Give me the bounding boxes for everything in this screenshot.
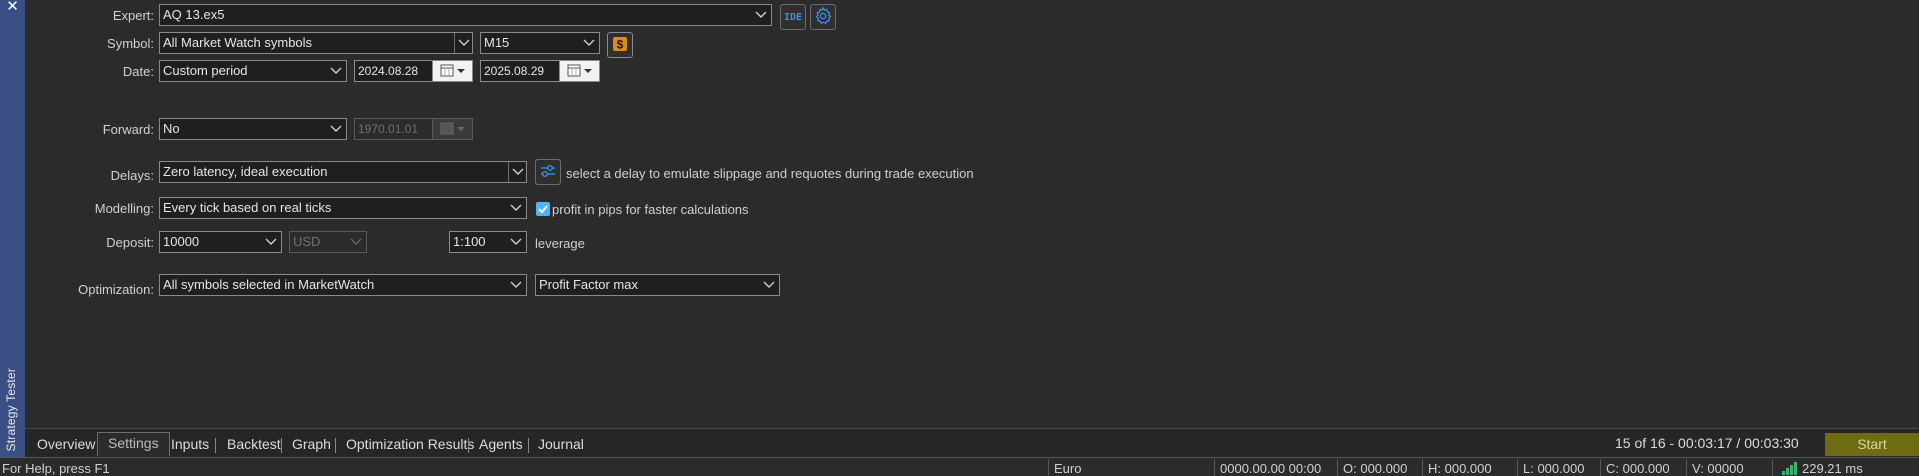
date-from-field[interactable]: 2024.08.28 [354, 60, 473, 82]
chevron-down-icon [510, 198, 522, 218]
status-ping: 229.21 ms [1802, 461, 1863, 476]
status-divider [1214, 459, 1215, 476]
status-open: O: 000.000 [1343, 461, 1408, 476]
tab-journal[interactable]: Journal [528, 434, 594, 456]
leverage-select[interactable]: 1:100 [449, 231, 527, 253]
expert-value: AQ 13.ex5 [163, 7, 225, 22]
date-range-select[interactable]: Custom period [159, 60, 347, 82]
chevron-down-icon [763, 275, 775, 295]
expert-properties-button[interactable] [810, 4, 836, 30]
currency-value: USD [293, 234, 321, 249]
tab-agents[interactable]: Agents [469, 434, 533, 456]
signal-strength-icon [1782, 462, 1798, 476]
chevron-down-icon [350, 232, 362, 252]
timeframe-select[interactable]: M15 [480, 32, 600, 54]
forward-select[interactable]: No [159, 118, 347, 140]
tab-divider [215, 438, 216, 453]
symbol-label: Symbol: [107, 36, 154, 51]
status-close: C: 000.000 [1606, 461, 1670, 476]
tab-overview[interactable]: Overview [27, 434, 105, 456]
modelling-label: Modelling: [94, 201, 154, 216]
help-hint: For Help, press F1 [2, 461, 110, 476]
chevron-down-icon [508, 162, 526, 182]
deposit-select[interactable]: 10000 [159, 231, 282, 253]
optimization-select[interactable]: All symbols selected in MarketWatch [159, 274, 527, 296]
status-divider [1517, 459, 1518, 476]
deposit-value: 10000 [163, 234, 200, 249]
status-bar: For Help, press F1 Euro 0000.00.00 00:00… [0, 457, 1919, 476]
open-ide-button[interactable]: IDE [780, 4, 806, 30]
tab-optimization-results[interactable]: Optimization Results [336, 434, 484, 456]
tab-backtest[interactable]: Backtest [217, 434, 291, 456]
symbol-select[interactable]: All Market Watch symbols [159, 32, 473, 54]
forward-date-field: 1970.01.01 [354, 118, 473, 140]
chevron-down-icon [265, 232, 277, 252]
modelling-value: Every tick based on real ticks [163, 200, 332, 215]
date-label: Date: [122, 64, 154, 79]
symbol-value: All Market Watch symbols [163, 35, 313, 50]
calendar-icon[interactable] [559, 61, 599, 81]
delays-note: select a delay to emulate slippage and r… [566, 166, 974, 181]
delays-label: Delays: [110, 168, 154, 183]
date-to-field[interactable]: 2025.08.29 [480, 60, 600, 82]
tab-graph[interactable]: Graph [282, 434, 341, 456]
strategy-tester-title: Strategy Tester [4, 367, 18, 451]
deposit-label: Deposit: [106, 235, 154, 250]
chevron-down-icon [583, 33, 595, 53]
svg-text:$: $ [617, 37, 624, 51]
start-button[interactable]: Start [1825, 433, 1919, 456]
status-divider [1048, 459, 1049, 476]
status-divider [1772, 459, 1773, 476]
tab-inputs[interactable]: Inputs [161, 434, 219, 456]
status-datetime: 0000.00.00 00:00 [1220, 461, 1322, 476]
tester-tab-bar: Overview Settings Inputs Backtest Graph … [25, 428, 1919, 457]
chevron-down-icon [510, 232, 522, 252]
forward-value: No [163, 121, 180, 136]
forward-date-value: 1970.01.01 [358, 122, 419, 136]
status-divider [1337, 459, 1338, 476]
status-symbol: Euro [1054, 461, 1082, 476]
currency-select: USD [289, 231, 367, 253]
calendar-icon[interactable] [432, 61, 472, 81]
gear-icon [814, 6, 832, 28]
optimization-criterion-select[interactable]: Profit Factor max [535, 274, 780, 296]
status-low: L: 000.000 [1523, 461, 1585, 476]
symbol-properties-button[interactable]: $ [607, 32, 633, 58]
optimization-criterion-value: Profit Factor max [539, 277, 638, 292]
optimization-progress-text: 15 of 16 - 00:03:17 / 00:03:30 [1615, 435, 1799, 451]
delay-settings-button[interactable] [535, 159, 561, 185]
optimization-value: All symbols selected in MarketWatch [163, 277, 375, 292]
timeframe-value: M15 [484, 35, 510, 50]
sliders-icon [539, 162, 557, 183]
leverage-value: 1:100 [453, 234, 486, 249]
status-divider [1600, 459, 1601, 476]
date-from-value: 2024.08.28 [358, 64, 419, 78]
profit-in-pips-checkbox[interactable] [536, 202, 550, 216]
tab-settings[interactable]: Settings [97, 432, 170, 456]
status-high: H: 000.000 [1428, 461, 1492, 476]
date-range-value: Custom period [163, 63, 248, 78]
calendar-icon [432, 119, 472, 139]
status-divider [1422, 459, 1423, 476]
delays-value: Zero latency, ideal execution [163, 164, 328, 179]
chevron-down-icon [755, 5, 767, 25]
forward-label: Forward: [102, 122, 154, 137]
modelling-select[interactable]: Every tick based on real ticks [159, 197, 527, 219]
date-to-value: 2025.08.29 [484, 64, 545, 78]
chevron-down-icon [330, 61, 342, 81]
dollar-icon: $ [612, 36, 628, 55]
delays-select[interactable]: Zero latency, ideal execution [159, 161, 527, 183]
profit-in-pips-label[interactable]: profit in pips for faster calculations [552, 202, 749, 217]
chevron-down-icon [510, 275, 522, 295]
expert-select[interactable]: AQ 13.ex5 [159, 4, 772, 26]
status-volume: V: 00000 [1692, 461, 1744, 476]
leverage-label: leverage [535, 236, 585, 251]
status-divider [1686, 459, 1687, 476]
optimization-label: Optimization: [78, 282, 154, 297]
chevron-down-icon [454, 33, 472, 53]
expert-label: Expert: [112, 8, 154, 23]
checkmark-icon [536, 204, 550, 219]
chevron-down-icon [330, 119, 342, 139]
